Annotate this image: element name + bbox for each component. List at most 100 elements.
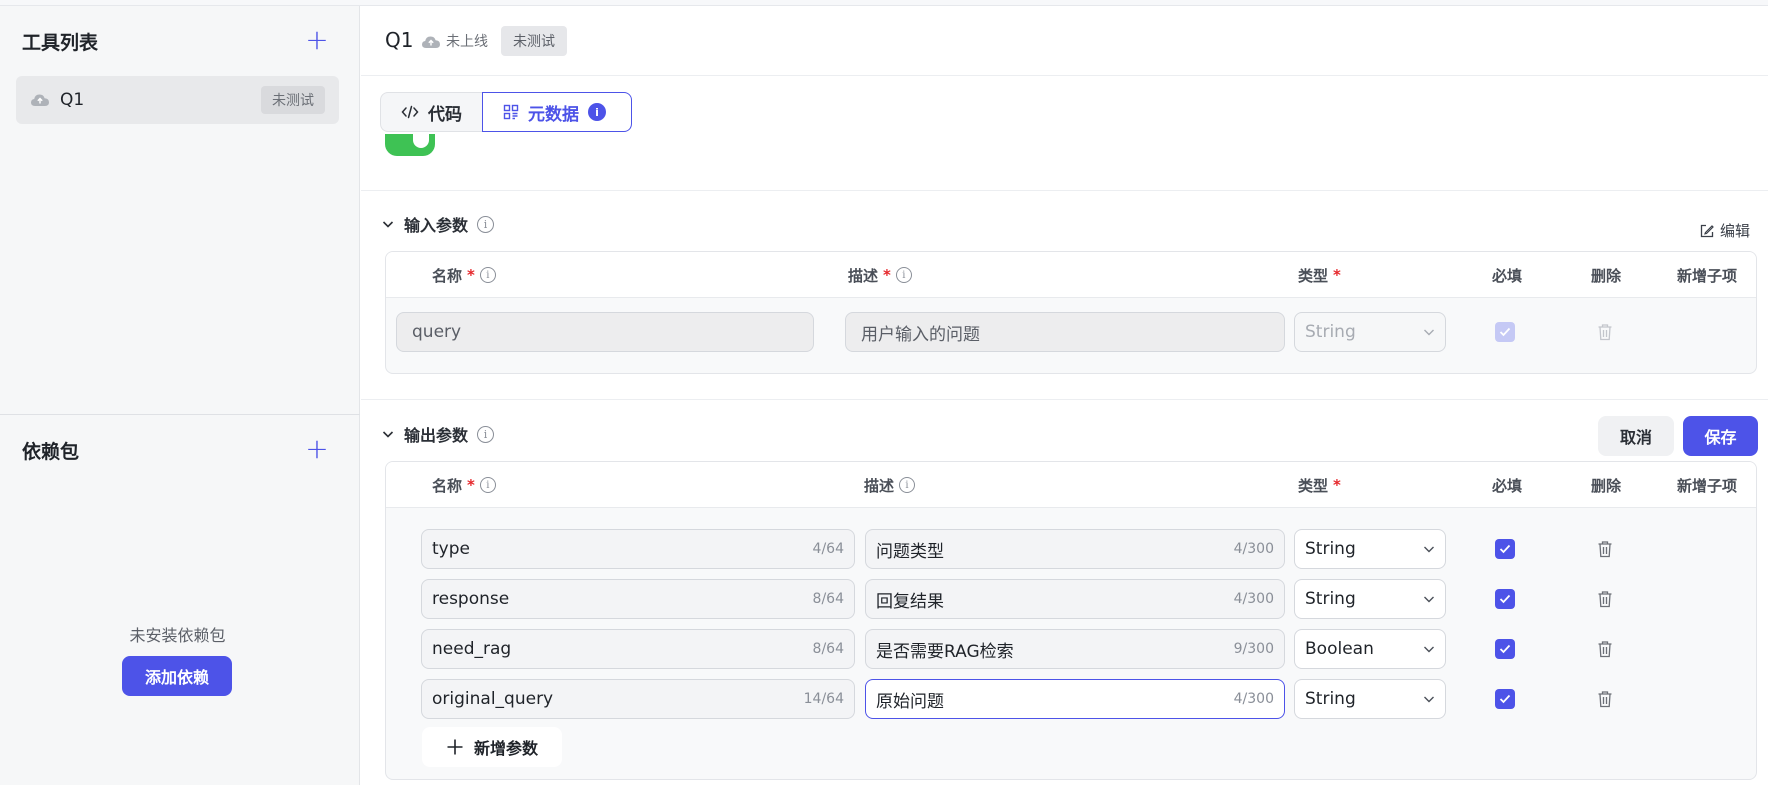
edit-icon: [1700, 224, 1714, 237]
param-type-select[interactable]: String: [1294, 529, 1446, 569]
add-dependency-button[interactable]: 添加依赖: [122, 656, 232, 696]
tab-code[interactable]: 代码: [380, 92, 482, 132]
sidebar-divider: [0, 414, 360, 415]
tool-item-q1[interactable]: Q1 未测试: [16, 76, 339, 124]
table-header: 名称 * i 描述 * i 类型 * 必填 删除 新增子项: [386, 252, 1756, 298]
param-desc-input[interactable]: 用户输入的问题: [845, 312, 1285, 352]
param-desc-input[interactable]: 是否需要RAG检索 9/300: [865, 629, 1285, 669]
input-params-table: 名称 * i 描述 * i 类型 * 必填 删除 新增子项 query 用户输入的问题 S…: [385, 251, 1757, 374]
check-icon: [1499, 694, 1511, 704]
param-name-input[interactable]: query: [396, 312, 814, 352]
save-button[interactable]: 保存: [1683, 416, 1758, 456]
col-name: 名称 * i: [432, 462, 496, 508]
cloud-icon: [31, 94, 49, 106]
publish-status: 未上线: [446, 34, 488, 50]
deps-empty-text: 未安装依赖包: [129, 626, 226, 645]
chevron-down-icon: [1424, 596, 1434, 603]
col-required: 必填: [1492, 476, 1523, 495]
trash-icon[interactable]: [1597, 540, 1613, 558]
param-type-select[interactable]: String: [1294, 579, 1446, 619]
param-name-input[interactable]: response 8/64: [421, 579, 855, 619]
col-required: 必填: [1492, 266, 1523, 285]
check-icon: [1499, 594, 1511, 604]
trash-icon[interactable]: [1597, 690, 1613, 708]
chevron-down-icon: [1424, 696, 1434, 703]
col-add-child: 新增子项: [1677, 266, 1738, 285]
info-dot-icon: i: [588, 103, 606, 121]
page-title: Q1: [385, 28, 414, 52]
required-checkbox[interactable]: [1495, 539, 1515, 559]
grid-icon: [503, 104, 519, 120]
main-header: Q1 未上线 未测试: [361, 6, 1768, 76]
tool-name: Q1: [60, 90, 85, 110]
col-delete: 删除: [1591, 266, 1622, 285]
chevron-down-icon: [382, 431, 394, 438]
col-desc: 描述 i: [864, 462, 916, 508]
param-desc-input[interactable]: 问题类型 4/300: [865, 529, 1285, 569]
add-dep-plus-icon[interactable]: +: [304, 435, 330, 463]
chevron-down-icon: [382, 221, 394, 228]
test-status-badge: 未测试: [501, 26, 567, 56]
col-type: 类型 *: [1298, 476, 1341, 495]
add-tool-plus-icon[interactable]: +: [304, 26, 330, 54]
param-type-select[interactable]: String: [1294, 679, 1446, 719]
enable-toggle[interactable]: [385, 134, 435, 156]
input-section-header[interactable]: 输入参数 i: [381, 212, 495, 236]
add-param-button[interactable]: 新增参数: [422, 727, 562, 767]
tab-metadata-label: 元数据: [528, 104, 579, 125]
sidebar: 工具列表 + Q1 未测试 依赖包 + 未安装依赖包 添加依赖: [0, 6, 360, 785]
deps-title: 依赖包: [22, 440, 80, 463]
plus-icon: [447, 739, 463, 755]
tab-code-label: 代码: [428, 104, 462, 125]
edit-button[interactable]: 编辑: [1700, 220, 1750, 241]
trash-icon[interactable]: [1597, 640, 1613, 658]
col-delete: 删除: [1591, 476, 1622, 495]
required-checkbox[interactable]: [1495, 589, 1515, 609]
code-icon: [401, 105, 419, 119]
col-name: 名称 * i: [432, 252, 496, 298]
cancel-button[interactable]: 取消: [1598, 416, 1674, 456]
tools-list-title: 工具列表: [22, 31, 99, 54]
param-type-select[interactable]: String: [1294, 312, 1446, 352]
info-icon: i: [895, 267, 912, 283]
trash-icon[interactable]: [1597, 323, 1613, 341]
col-type: 类型 *: [1298, 266, 1341, 285]
table-header: 名称 * i 描述 i 类型 * 必填 删除 新增子项: [386, 462, 1756, 508]
output-section-header[interactable]: 输出参数 i: [381, 422, 495, 446]
col-desc: 描述 * i: [848, 252, 912, 298]
tool-status-badge: 未测试: [261, 86, 325, 114]
check-icon: [1499, 327, 1511, 337]
param-name-input[interactable]: type 4/64: [421, 529, 855, 569]
add-param-label: 新增参数: [473, 739, 538, 758]
info-icon: i: [477, 215, 495, 233]
param-name-input[interactable]: original_query 14/64: [421, 679, 855, 719]
output-section-title: 输出参数: [404, 426, 469, 445]
tab-metadata[interactable]: 元数据 i: [482, 92, 632, 132]
section-divider: [361, 190, 1768, 191]
trash-icon[interactable]: [1597, 590, 1613, 608]
main-panel: Q1 未上线 未测试 代码 元数据 i 输入参数 i 编辑 名称 * i 描述 * i …: [361, 6, 1768, 785]
cloud-icon: [422, 36, 440, 48]
param-desc-input[interactable]: 原始问题 4/300: [865, 679, 1285, 719]
required-checkbox[interactable]: [1495, 322, 1515, 342]
info-icon: i: [899, 477, 916, 493]
edit-label: 编辑: [1719, 222, 1750, 240]
param-name-input[interactable]: need_rag 8/64: [421, 629, 855, 669]
input-section-title: 输入参数: [404, 216, 469, 235]
param-desc-input[interactable]: 回复结果 4/300: [865, 579, 1285, 619]
chevron-down-icon: [1424, 646, 1434, 653]
check-icon: [1499, 544, 1511, 554]
col-add-child: 新增子项: [1677, 476, 1738, 495]
chevron-down-icon: [1424, 329, 1434, 336]
check-icon: [1499, 644, 1511, 654]
output-params-table: 名称 * i 描述 i 类型 * 必填 删除 新增子项 type 4/64 问题类型 4/3…: [385, 461, 1757, 780]
required-checkbox[interactable]: [1495, 689, 1515, 709]
info-icon: i: [479, 267, 496, 283]
info-icon: i: [477, 425, 495, 443]
required-checkbox[interactable]: [1495, 639, 1515, 659]
chevron-down-icon: [1424, 546, 1434, 553]
info-icon: i: [479, 477, 496, 493]
param-type-select[interactable]: Boolean: [1294, 629, 1446, 669]
section-divider: [361, 399, 1768, 400]
tab-bar: 代码 元数据 i: [380, 92, 632, 132]
